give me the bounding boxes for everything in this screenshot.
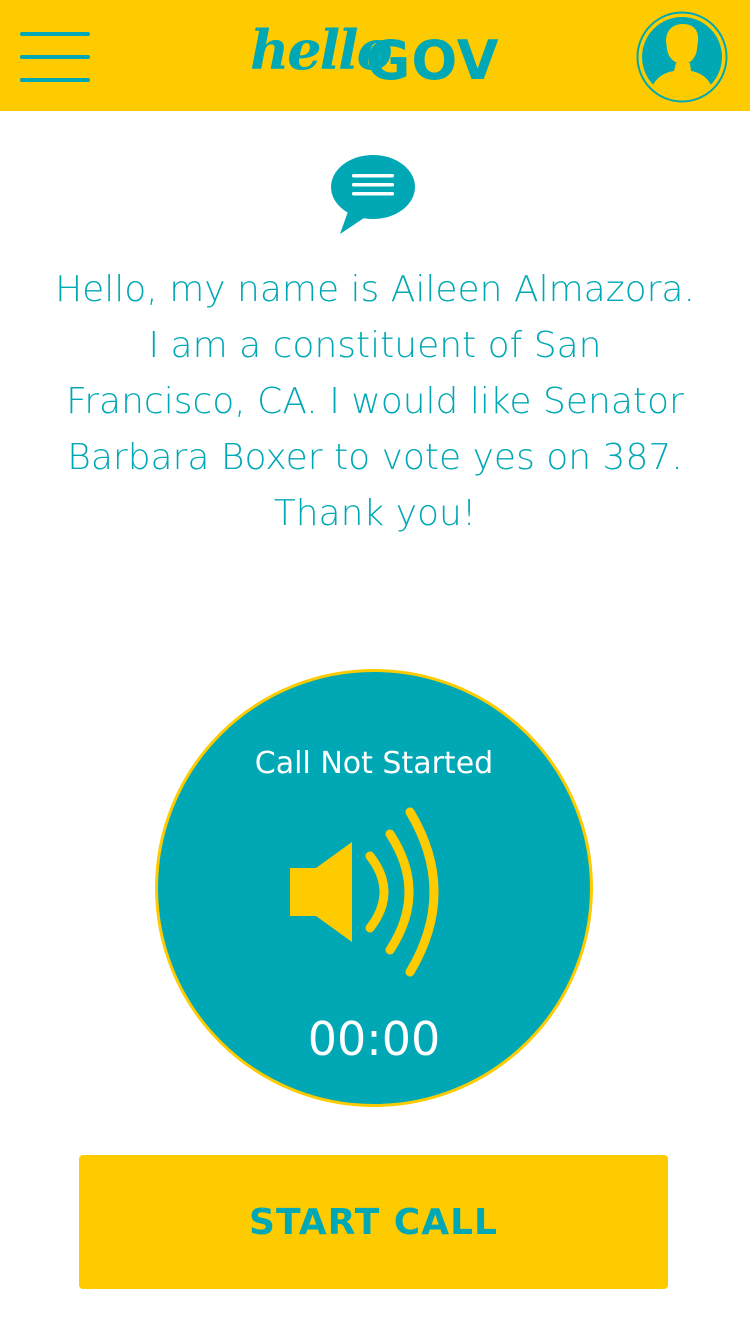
hellogov-logo: hello GOV bbox=[250, 18, 500, 94]
call-status-text: Call Not Started bbox=[254, 746, 494, 781]
call-status-panel: Call Not Started 00:00 bbox=[155, 669, 593, 1107]
call-timer: 00:00 bbox=[307, 1012, 441, 1066]
speech-bubble-icon bbox=[328, 154, 418, 236]
logo-gov-text: GOV bbox=[366, 29, 500, 92]
hamburger-menu-icon[interactable] bbox=[20, 32, 92, 84]
user-avatar-icon[interactable] bbox=[636, 11, 728, 103]
app-header: hello GOV bbox=[0, 0, 750, 111]
start-call-button[interactable]: START CALL bbox=[79, 1155, 668, 1289]
call-script-message: Hello, my name is Aileen Almazora. I am … bbox=[55, 269, 695, 534]
speaker-icon bbox=[286, 806, 450, 978]
